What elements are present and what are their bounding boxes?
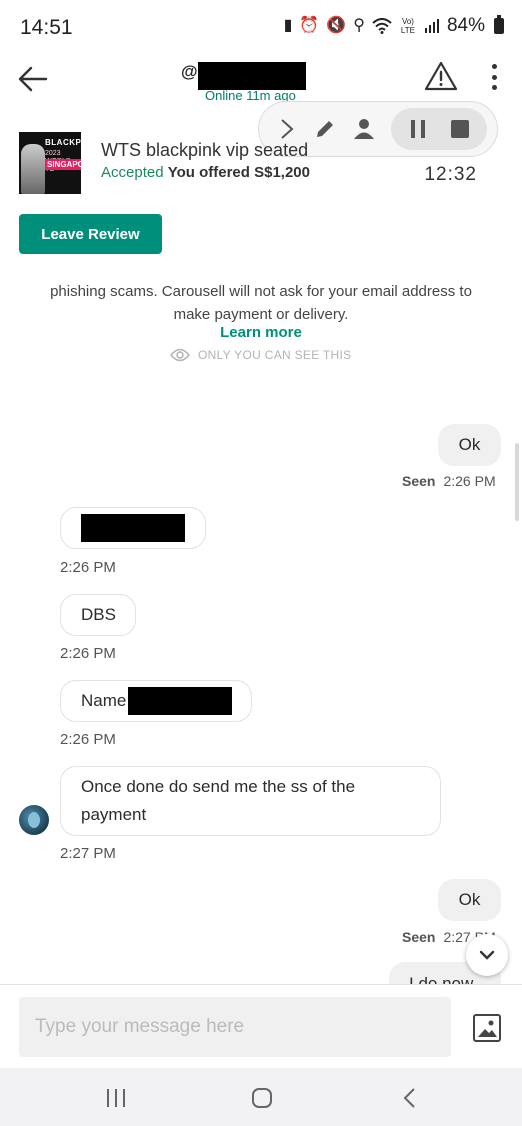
signal-icon: [424, 19, 439, 33]
sim-icon: ▮: [283, 17, 293, 34]
alarm-icon: ⏰: [299, 17, 320, 34]
volte-icon: Vo) LTE: [400, 17, 415, 35]
more-options-button[interactable]: [484, 64, 504, 90]
dot-icon: [491, 64, 497, 69]
listing-thumbnail: BLACKPI 2023 WORLD TO SINGAPOR: [19, 132, 81, 194]
scrollbar[interactable]: [515, 443, 519, 521]
seen-label: Seen: [402, 473, 436, 489]
sender-avatar[interactable]: [19, 805, 49, 835]
thumbnail-location: SINGAPOR: [45, 159, 81, 170]
system-navigation-bar: [0, 1068, 522, 1126]
system-back-button[interactable]: [394, 1084, 424, 1112]
private-notice-text: ONLY YOU CAN SEE THIS: [198, 348, 352, 362]
status-bar: 14:51 ▮ ⏰ 🔇 ⚲ Vo) LTE 84%: [0, 0, 522, 56]
battery-percent: 84%: [446, 15, 485, 36]
chevron-left-icon: [403, 1088, 415, 1108]
attach-image-button[interactable]: [472, 1013, 502, 1043]
mute-icon: 🔇: [326, 17, 347, 34]
leave-review-button[interactable]: Leave Review: [19, 214, 162, 254]
scroll-to-bottom-button[interactable]: [466, 934, 508, 976]
seen-label: Seen: [402, 929, 436, 945]
listing-title: WTS blackpink vip seated: [101, 140, 309, 160]
message-time: 2:26 PM: [443, 473, 496, 489]
offer-status: Accepted You offered S$1,200: [101, 164, 310, 181]
message-bubble[interactable]: [60, 507, 206, 549]
message-text: DBS: [81, 605, 116, 624]
accepted-label: Accepted: [101, 164, 164, 181]
message-bubble[interactable]: Ok: [438, 879, 501, 921]
home-icon: [252, 1088, 272, 1108]
learn-more-link[interactable]: Learn more: [0, 324, 522, 341]
eye-icon: [170, 348, 190, 362]
message-time: 2:26 PM: [60, 645, 116, 662]
redacted-message: [81, 514, 185, 542]
report-button[interactable]: [424, 60, 458, 92]
message-meta: Seen 2:26 PM: [402, 473, 496, 489]
chat-header: @ Online 11m ago: [0, 56, 522, 106]
battery-icon: [494, 15, 504, 34]
thumbnail-text: BLACKPI: [45, 138, 81, 147]
warning-icon: [424, 61, 458, 91]
recent-apps-button[interactable]: [101, 1084, 131, 1112]
message-text: Ok: [458, 435, 481, 454]
listing-time: 12:32: [424, 164, 477, 185]
message-bubble[interactable]: Once done do send me the ss of the payme…: [60, 766, 441, 836]
private-notice: ONLY YOU CAN SEE THIS: [170, 348, 351, 362]
message-bubble[interactable]: Ok: [438, 424, 501, 466]
redacted-username: [198, 62, 306, 90]
safety-notice: phishing scams. Carousell will not ask f…: [50, 283, 472, 323]
arrow-left-icon: [18, 66, 48, 92]
message-time: 2:26 PM: [60, 731, 116, 748]
message-bubble[interactable]: Name: [60, 680, 252, 722]
back-button[interactable]: [16, 60, 52, 96]
thumbnail-figure: [21, 144, 45, 194]
status-time: 14:51: [20, 16, 73, 39]
wifi-icon: [372, 18, 392, 34]
chat-username[interactable]: @: [181, 62, 198, 82]
message-input[interactable]: [19, 997, 451, 1057]
image-icon: [473, 1014, 501, 1042]
dot-icon: [491, 85, 497, 90]
dot-icon: [491, 74, 497, 80]
message-text: Once done do send me the ss of the payme…: [81, 777, 356, 824]
message-text: Ok: [458, 890, 481, 909]
message-text: Name: [81, 691, 127, 710]
location-icon: ⚲: [353, 17, 365, 34]
message-time: 2:26 PM: [60, 559, 116, 576]
recent-apps-icon: [107, 1089, 125, 1107]
home-button[interactable]: [247, 1084, 277, 1112]
redacted-name: [128, 687, 233, 715]
status-icons: ▮ ⏰ 🔇 ⚲ Vo) LTE 84%: [284, 15, 504, 37]
chevron-down-icon: [479, 950, 495, 960]
offer-amount: You offered S$1,200: [167, 164, 310, 181]
message-bubble[interactable]: DBS: [60, 594, 136, 636]
message-time: 2:27 PM: [60, 845, 116, 862]
listing-card[interactable]: BLACKPI 2023 WORLD TO SINGAPOR WTS black…: [0, 128, 522, 198]
composer: [0, 984, 522, 1068]
